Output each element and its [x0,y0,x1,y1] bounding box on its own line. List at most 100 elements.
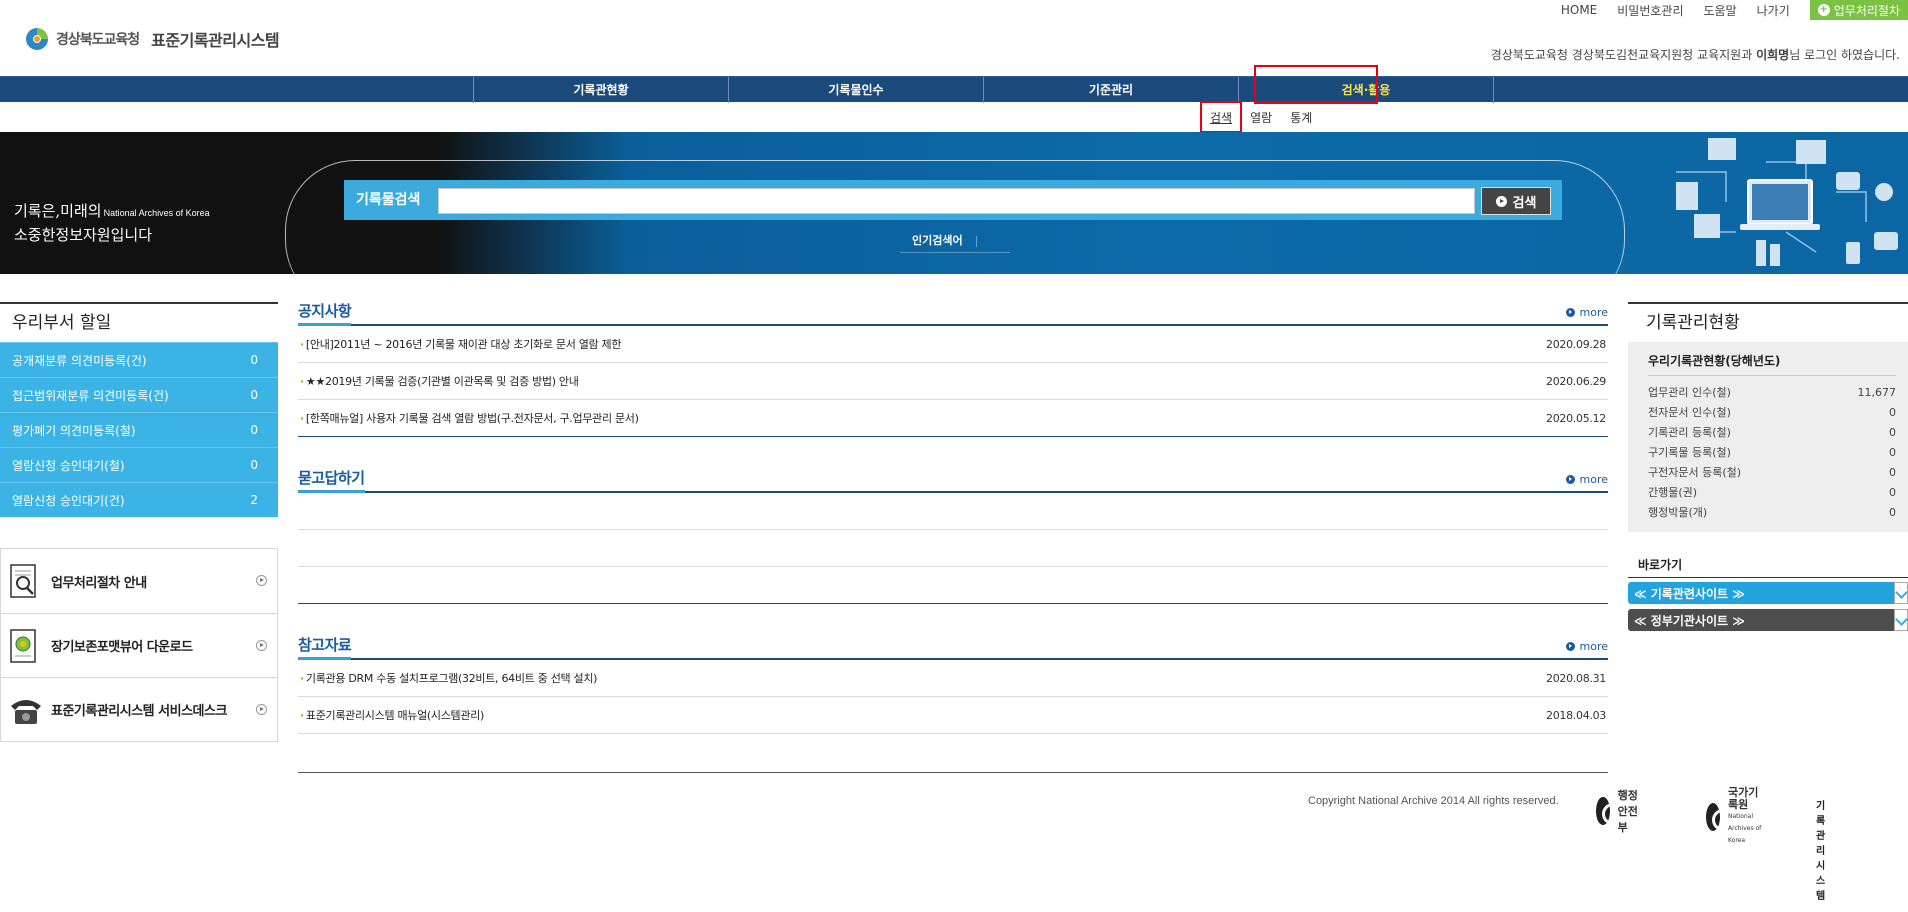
todo-row[interactable]: 공개재분류 의견미등록(건) 0 [0,342,278,377]
notice-row[interactable]: [한쪽매뉴얼] 사용자 기록물 검색 열람 방법(구.전자문서, 구.업무관리 … [298,400,1608,437]
arrow-right-icon [256,575,267,586]
national-archives-logo: 국가기록원 National Archives of Korea [1706,787,1768,847]
status-value: 0 [1889,445,1896,459]
devices-illustration-icon [1636,132,1908,274]
org-name: 경상북도교육청 [56,32,140,48]
reference-header: 참고자료 more [298,634,1608,660]
records-sites-select[interactable]: ≪ 기록관련사이트 ≫ [1628,582,1908,604]
site-logo[interactable]: 경상북도교육청 표준기록관리시스템 [24,26,280,52]
qna-header: 묻고답하기 more [298,467,1608,493]
status-label: 간행물(권) [1648,486,1698,499]
workflow-button[interactable]: + 업무처리절차 [1809,0,1908,20]
records-status: 기록관리현황 우리기록관현황(당해년도) 업무관리 인수(철) 11,677 전자… [1628,302,1908,532]
todo-count: 0 [250,458,258,472]
todo-label: 열람신청 승인대기(철) [12,458,125,473]
nav-item-standards[interactable]: 기준관리 [984,77,1239,103]
workflow-button-label: 업무처리절차 [1833,3,1900,18]
notice-title[interactable]: 공지사항 [298,300,352,326]
record-search-input[interactable] [438,188,1475,214]
popular-underline [900,252,1010,253]
copyright-text: Copyright National Archive 2014 All righ… [1308,795,1559,807]
notice-row[interactable]: [안내]2011년 ~ 2016년 기록물 재이관 대상 초기화로 문서 열람 … [298,326,1608,363]
status-row: 행정박물(개) 0 [1648,502,1896,522]
highlight-box-nav [1254,65,1378,104]
status-value: 0 [1889,405,1896,419]
status-panel: 우리기록관현황(당해년도) 업무관리 인수(철) 11,677 전자문서 인수(철… [1628,342,1908,532]
document-globe-icon [9,628,39,664]
slogan-line2: 소중한정보자원입니다 [14,226,153,244]
qna-title[interactable]: 묻고답하기 [298,467,365,493]
quick-link-label: 장기보존포맷뷰어 다운로드 [51,640,193,655]
reference-title[interactable]: 참고자료 [298,634,352,660]
reference-row[interactable]: 기록관용 DRM 수동 설치프로그램(32비트, 64비트 중 선택 설치) 20… [298,660,1608,697]
login-user: 이희명 [1756,48,1790,62]
status-subtitle: 우리기록관현황(당해년도) [1648,352,1896,376]
status-label: 구기록물 등록(철) [1648,446,1731,459]
notice-row[interactable]: ★★2019년 기록물 검증(기관별 이관목록 및 검증 방법) 안내 2020.… [298,363,1608,400]
reference-row[interactable]: 표준기록관리시스템 매뉴얼(시스템관리) 2018.04.03 [298,697,1608,734]
status-value: 11,677 [1857,385,1897,399]
home-link[interactable]: HOME [1561,3,1597,17]
government-sites-select-label: ≪ 정부기관사이트 ≫ [1634,613,1745,628]
sub-nav-stats[interactable]: 통계 [1290,109,1312,126]
login-message: 경상북도교육청 경상북도김천교육지원청 교육지원과 이희명님 로그인 하였습니다… [1491,46,1900,63]
shortcuts: 바로가기 ≪ 기록관련사이트 ≫ ≪ 정부기관사이트 ≫ [1628,556,1908,636]
header: 경상북도교육청 표준기록관리시스템 HOME 비밀번호관리 도움말 나가기 + … [0,0,1908,76]
arrow-right-icon [256,704,267,715]
reference-more-link[interactable]: more [1565,640,1608,653]
nav-item-record-intake[interactable]: 기록물인수 [729,77,984,103]
archives-logo-label: 국가기록원 [1728,786,1759,811]
todo-row[interactable]: 열람신청 승인대기(건) 2 [0,482,278,517]
status-label: 전자문서 인수(철) [1648,406,1731,419]
status-title: 기록관리현황 [1628,302,1908,342]
qna-empty-row [298,493,1608,530]
search-banner: 기록은,미래의 National Archives of Korea 소중한정보자… [0,132,1908,274]
todo-label: 공개재분류 의견미등록(건) [12,353,147,368]
record-search-label: 기록물검색 [356,192,421,208]
telephone-icon [9,692,41,728]
logout-link[interactable]: 나가기 [1757,2,1790,19]
status-value: 0 [1889,425,1896,439]
banner-slogan: 기록은,미래의 National Archives of Korea 소중한정보자… [14,200,210,246]
qna-more-link[interactable]: more [1565,473,1608,486]
notice-board: 공지사항 more [안내]2011년 ~ 2016년 기록물 재이관 대상 초… [298,300,1608,437]
todo-row[interactable]: 열람신청 승인대기(철) 0 [0,447,278,482]
nav-item-archive-status[interactable]: 기록관현황 [474,77,729,103]
todo-row[interactable]: 접근범위재분류 의견미등록(건) 0 [0,377,278,412]
record-search-button[interactable]: 검색 [1481,187,1551,215]
notice-header: 공지사항 more [298,300,1608,326]
todo-count: 0 [250,388,258,402]
popular-keywords-label: 인기검색어 [912,232,978,248]
status-value: 0 [1889,505,1896,519]
quick-link-viewer-download[interactable]: 장기보존포맷뷰어 다운로드 [1,613,277,677]
todo-label: 접근범위재분류 의견미등록(건) [12,388,169,403]
system-name: 표준기록관리시스템 [151,31,280,50]
government-sites-select[interactable]: ≪ 정부기관사이트 ≫ [1628,609,1908,631]
todo-row[interactable]: 평가폐기 의견미등록(철) 0 [0,412,278,447]
notice-more-link[interactable]: more [1565,306,1608,319]
highlight-box-subnav [1200,101,1242,133]
status-value: 0 [1889,465,1896,479]
shortcut-title: 바로가기 [1628,556,1908,578]
status-label: 구전자문서 등록(철) [1648,466,1742,479]
play-circle-icon [1495,195,1507,207]
status-row: 구기록물 등록(철) 0 [1648,442,1896,462]
chevron-down-icon [1894,609,1908,631]
quick-link-label: 표준기록관리시스템 서비스데스크 [51,704,227,719]
sub-nav-view[interactable]: 열람 [1250,109,1272,126]
login-suffix: 님 로그인 하였습니다. [1789,48,1900,62]
quick-links: 업무처리절차 안내 장기보존포맷뷰어 다운로드 표준기록관리시스템 서비스데스크 [0,548,278,742]
quick-link-service-desk[interactable]: 표준기록관리시스템 서비스데스크 [1,677,277,741]
status-row: 전자문서 인수(철) 0 [1648,402,1896,422]
department-todo: 우리부서 할일 공개재분류 의견미등록(건) 0 접근범위재분류 의견미등록(건)… [0,302,278,517]
quick-link-workflow-guide[interactable]: 업무처리절차 안내 [1,549,277,613]
help-link[interactable]: 도움말 [1704,2,1737,19]
notice-subject: [한쪽매뉴얼] 사용자 기록물 검색 열람 방법(구.전자문서, 구.업무관리 … [300,410,639,426]
status-value: 0 [1889,485,1896,499]
reference-subject: 표준기록관리시스템 매뉴얼(시스템관리) [300,707,484,723]
password-link[interactable]: 비밀번호관리 [1617,2,1683,19]
more-arrow-icon [1565,308,1575,317]
magnifier-document-icon [9,563,39,599]
reference-date: 2018.04.03 [1546,708,1606,722]
status-row: 구전자문서 등록(철) 0 [1648,462,1896,482]
